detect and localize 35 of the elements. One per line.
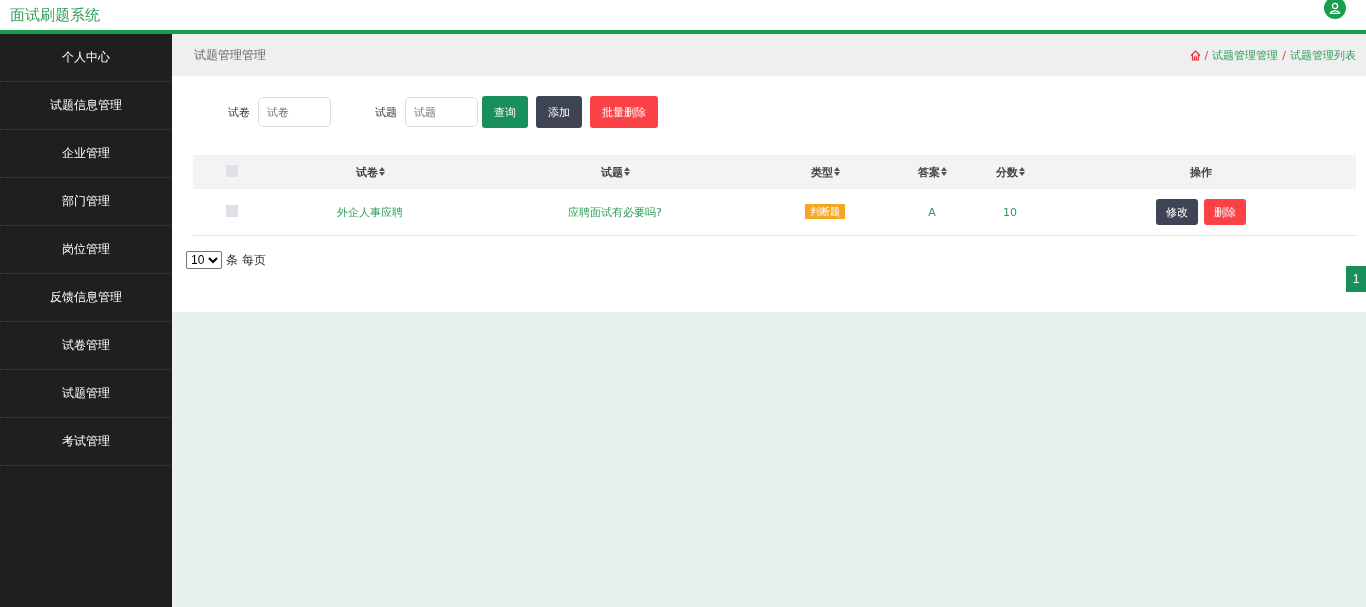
page-title: 试题管理管理 [194, 46, 266, 64]
search-field[interactable]: 试卷 [258, 97, 331, 127]
search-button[interactable]: 查询 [482, 96, 528, 128]
sort-icon[interactable] [623, 166, 630, 176]
search-field[interactable]: 试题 [405, 97, 478, 127]
home-icon[interactable] [1189, 49, 1201, 61]
page-size-select[interactable]: 10 [186, 251, 222, 269]
table-cell: 应聘面试有必要吗? [568, 205, 662, 219]
edit-button[interactable]: 修改 [1156, 199, 1198, 225]
column-header[interactable]: 试题 [600, 165, 623, 179]
page-size-label: 条 每页 [226, 251, 266, 269]
column-header: 操作 [1190, 165, 1212, 179]
column-header[interactable]: 分数 [995, 165, 1018, 179]
type-tag: 判断题 [805, 204, 845, 219]
column-header[interactable]: 类型 [810, 165, 833, 179]
table-cell: A [928, 205, 936, 219]
page-button[interactable]: 1 [1346, 266, 1366, 292]
user-icon[interactable] [1324, 0, 1346, 19]
sort-icon[interactable] [1018, 166, 1025, 176]
column-header[interactable]: 答案 [917, 165, 940, 179]
delete-button[interactable]: 删除 [1204, 199, 1246, 225]
breadcrumb-separator: / [1204, 48, 1209, 62]
field-label: 试题 [375, 104, 397, 120]
breadcrumb-separator: / [1282, 48, 1286, 62]
sort-icon[interactable] [833, 166, 840, 176]
table-cell: 外企人事应聘 [337, 205, 403, 219]
checkbox[interactable] [225, 204, 238, 217]
sort-icon[interactable] [940, 166, 947, 176]
sort-icon[interactable] [378, 166, 385, 176]
table-cell: 10 [1003, 205, 1017, 219]
app-title: 面试刷题系统 [10, 5, 100, 25]
column-header[interactable]: 试卷 [355, 165, 378, 179]
add-button[interactable]: 添加 [536, 96, 582, 128]
field-label: 试卷 [228, 104, 250, 120]
delete-button[interactable]: 批量删除 [590, 96, 658, 128]
